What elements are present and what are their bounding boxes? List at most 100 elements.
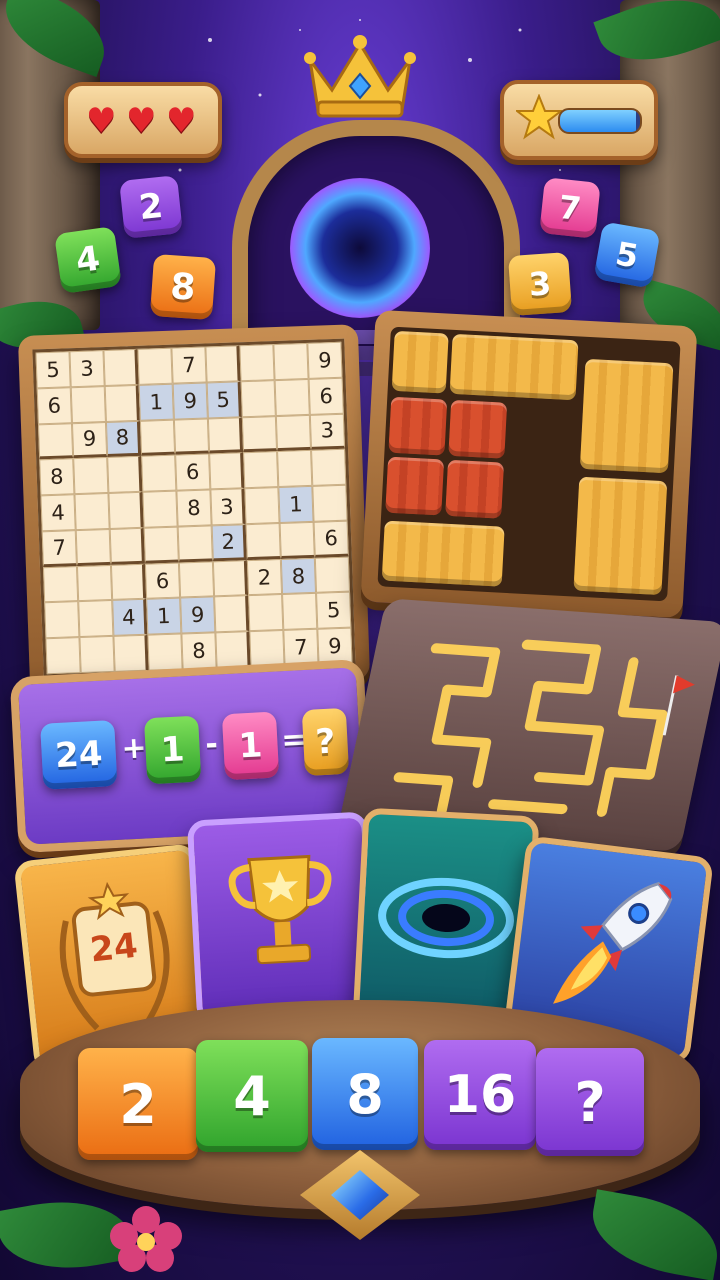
red-block[interactable]	[388, 396, 448, 456]
sudoku-cell[interactable]: 4	[112, 599, 148, 637]
sudoku-cell[interactable]	[275, 414, 312, 452]
sudoku-cell[interactable]: 6	[313, 520, 349, 558]
sudoku-cell[interactable]	[314, 556, 351, 594]
wooden-block[interactable]	[573, 476, 668, 596]
sudoku-cell[interactable]	[241, 415, 278, 453]
sudoku-cell[interactable]	[312, 484, 348, 522]
sudoku-cell[interactable]	[137, 347, 173, 385]
red-block[interactable]	[448, 399, 508, 459]
sudoku-cell[interactable]	[78, 600, 114, 638]
wooden-block[interactable]	[449, 333, 579, 401]
sudoku-cell[interactable]: 7	[171, 346, 207, 384]
sudoku-cell[interactable]	[279, 521, 315, 559]
sudoku-cell[interactable]	[240, 379, 276, 417]
sudoku-cell[interactable]: 9	[71, 421, 108, 459]
sudoku-cell[interactable]	[212, 559, 249, 597]
sudoku-cell[interactable]	[70, 385, 106, 423]
sudoku-cell[interactable]	[139, 419, 176, 457]
sudoku-cell[interactable]: 7	[283, 628, 319, 666]
sudoku-cell[interactable]: 3	[69, 350, 105, 387]
sudoku-cell[interactable]	[244, 487, 280, 525]
sudoku-cell[interactable]	[273, 342, 309, 380]
sudoku-cell[interactable]	[207, 416, 244, 454]
sudoku-cell[interactable]: 7	[41, 530, 77, 567]
sudoku-cell[interactable]: 2	[211, 524, 247, 562]
sudoku-cell[interactable]	[42, 565, 79, 603]
sudoku-cell[interactable]	[277, 450, 313, 488]
sudoku-cell[interactable]	[173, 418, 210, 455]
wooden-block[interactable]	[579, 358, 674, 474]
sudoku-cell[interactable]	[239, 344, 275, 382]
sudoku-cell[interactable]: 1	[146, 597, 182, 635]
equation-term[interactable]: 1	[143, 715, 202, 785]
sudoku-cell[interactable]	[109, 527, 145, 565]
sudoku-cell[interactable]: 8	[181, 632, 217, 670]
sudoku-cell[interactable]	[209, 452, 245, 490]
sudoku-cell[interactable]: 6	[36, 386, 72, 424]
sudoku-cell[interactable]	[37, 422, 74, 460]
sudoku-cell[interactable]	[73, 457, 109, 495]
equation-answer[interactable]: ?	[301, 707, 350, 777]
wooden-block[interactable]	[381, 520, 505, 587]
block-puzzle-board[interactable]	[360, 309, 698, 619]
sudoku-cell[interactable]	[215, 631, 251, 669]
red-block[interactable]	[445, 459, 505, 519]
sudoku-cell[interactable]: 8	[176, 489, 212, 527]
sudoku-cell[interactable]: 8	[105, 420, 142, 458]
sudoku-cell[interactable]	[113, 634, 149, 672]
sudoku-cell[interactable]: 1	[278, 485, 314, 523]
sudoku-cell[interactable]	[103, 348, 139, 386]
sudoku-cell[interactable]	[79, 636, 115, 674]
sudoku-cell[interactable]: 6	[144, 562, 181, 600]
sudoku-cell[interactable]: 9	[317, 627, 353, 665]
sudoku-cell[interactable]	[110, 563, 147, 601]
sudoku-cell[interactable]	[45, 637, 81, 675]
sudoku-cell[interactable]	[282, 593, 318, 631]
sequence-tile[interactable]: 8	[312, 1038, 418, 1150]
sudoku-cell[interactable]	[214, 595, 250, 633]
sudoku-cell[interactable]	[44, 601, 80, 639]
sudoku-cell[interactable]	[141, 454, 177, 492]
equation-term[interactable]: 1	[221, 711, 280, 781]
sudoku-cell[interactable]: 4	[40, 494, 76, 532]
sudoku-cell[interactable]	[249, 630, 285, 668]
sudoku-cell[interactable]	[205, 345, 241, 383]
sudoku-cell[interactable]	[245, 522, 281, 560]
sudoku-cell[interactable]	[147, 633, 183, 671]
sudoku-cell[interactable]	[76, 564, 113, 602]
sudoku-cell[interactable]: 3	[309, 413, 346, 451]
sudoku-cell[interactable]	[108, 491, 144, 529]
sudoku-cell[interactable]	[104, 384, 140, 422]
sudoku-cell[interactable]	[311, 449, 347, 486]
sudoku-cell[interactable]: 9	[180, 596, 216, 634]
sudoku-cell[interactable]: 8	[39, 458, 75, 496]
trophy-card[interactable]	[186, 811, 378, 1025]
sequence-tile[interactable]: 2	[78, 1048, 198, 1160]
sudoku-cell[interactable]	[74, 493, 110, 531]
sudoku-cell[interactable]	[274, 378, 310, 416]
sudoku-cell[interactable]: 3	[210, 488, 246, 526]
sudoku-cell[interactable]	[177, 525, 213, 563]
sequence-tile[interactable]: 16	[424, 1040, 536, 1150]
sudoku-cell[interactable]: 2	[246, 558, 283, 596]
sequence-answer-tile[interactable]: ?	[536, 1048, 644, 1156]
sudoku-cell[interactable]: 9	[307, 341, 343, 379]
sudoku-cell[interactable]: 6	[308, 377, 344, 415]
wooden-block[interactable]	[391, 330, 449, 394]
sequence-tile[interactable]: 4	[196, 1040, 308, 1152]
red-block[interactable]	[385, 456, 445, 516]
sudoku-cell[interactable]	[142, 490, 178, 528]
sudoku-cell[interactable]: 8	[280, 557, 317, 595]
equation-term[interactable]: 24	[40, 719, 118, 790]
sudoku-cell[interactable]	[143, 526, 179, 564]
sudoku-cell[interactable]: 9	[172, 382, 208, 420]
sudoku-cell[interactable]	[243, 451, 279, 489]
sudoku-board[interactable]: 5379619569838648317266284195879	[17, 324, 371, 692]
sudoku-cell[interactable]: 5	[316, 592, 352, 629]
sudoku-cell[interactable]: 5	[35, 351, 71, 389]
sudoku-cell[interactable]	[75, 528, 111, 566]
sudoku-cell[interactable]: 6	[175, 453, 211, 491]
sudoku-cell[interactable]: 1	[138, 383, 174, 421]
sudoku-cell[interactable]: 5	[206, 381, 242, 419]
sudoku-cell[interactable]	[248, 594, 284, 632]
